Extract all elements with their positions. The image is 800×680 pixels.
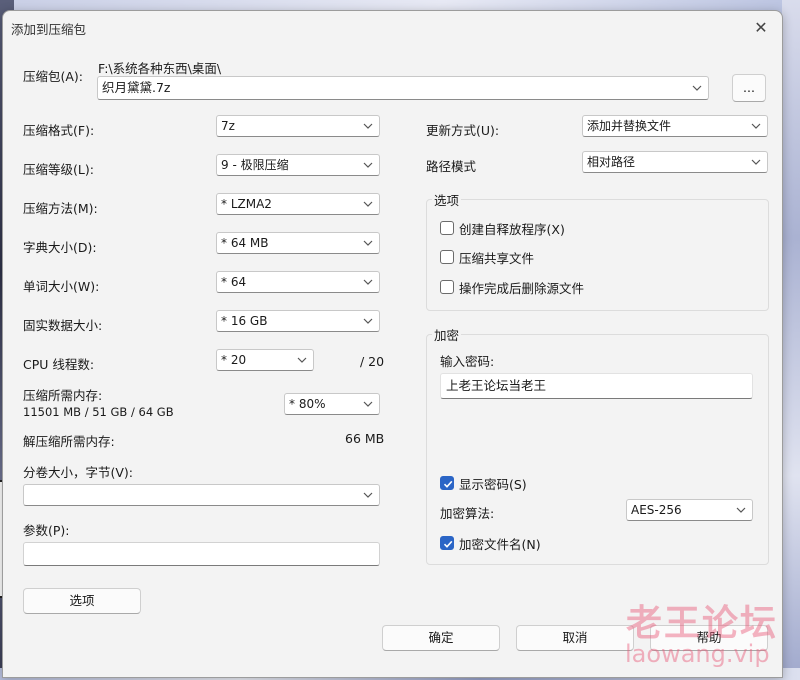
chevron-down-icon (297, 357, 307, 363)
chevron-down-icon (692, 85, 702, 91)
chevron-down-icon (363, 318, 373, 324)
chevron-down-icon (736, 507, 746, 513)
sfx-checkbox[interactable] (440, 221, 454, 235)
path-mode-select[interactable]: 相对路径 (582, 151, 768, 173)
update-value: 添加并替换文件 (587, 119, 672, 133)
chevron-down-icon (363, 240, 373, 246)
cpu-label: CPU 线程数: (23, 357, 95, 372)
format-value: 7z (221, 119, 235, 133)
path-mode-value: 相对路径 (587, 155, 636, 169)
encrypt-names-label: 加密文件名(N) (459, 537, 541, 552)
checkmark-icon (443, 480, 453, 488)
chevron-down-icon (751, 159, 761, 165)
word-value: * 64 (221, 275, 247, 289)
solid-label: 固实数据大小: (23, 318, 103, 333)
memory-value: * 80% (289, 397, 326, 411)
method-value: * LZMA2 (221, 197, 272, 211)
archive-name-value: 织月黛黛.7z (102, 80, 171, 95)
solid-select[interactable]: * 16 GB (216, 310, 380, 332)
delete-after-checkbox[interactable] (440, 280, 454, 294)
level-select[interactable]: 9 - 极限压缩 (216, 154, 380, 176)
options-button[interactable]: 选项 (23, 588, 141, 614)
password-label: 输入密码: (440, 354, 495, 369)
level-label: 压缩等级(L): (23, 162, 94, 177)
title-bar[interactable]: 添加到压缩包 ✕ (3, 11, 782, 43)
word-label: 单词大小(W): (23, 279, 100, 294)
chevron-down-icon (363, 401, 373, 407)
dict-value: * 64 MB (221, 236, 269, 250)
show-password-label: 显示密码(S) (459, 477, 527, 492)
cpu-max: / 20 (360, 354, 385, 369)
word-select[interactable]: * 64 (216, 271, 380, 293)
update-label: 更新方式(U): (426, 123, 500, 138)
cancel-button[interactable]: 取消 (516, 625, 634, 651)
archive-path: F:\系统各种东西\桌面\ (98, 61, 222, 76)
watermark-url: laowang.vip (625, 640, 770, 668)
params-label: 参数(P): (23, 523, 70, 538)
watermark-logo-text: 老王论坛 (626, 603, 779, 644)
memory-detail: 11501 MB / 51 GB / 64 GB (23, 405, 174, 419)
chevron-down-icon (363, 201, 373, 207)
algorithm-value: AES-256 (631, 503, 682, 517)
algorithm-select[interactable]: AES-256 (626, 499, 753, 521)
ok-button[interactable]: 确定 (382, 625, 500, 651)
solid-value: * 16 GB (221, 314, 268, 328)
method-label: 压缩方法(M): (23, 201, 98, 216)
options-group-title: 选项 (432, 190, 462, 209)
archive-label: 压缩包(A): (23, 69, 84, 84)
chevron-down-icon (363, 279, 373, 285)
background-right (782, 0, 800, 680)
level-value: 9 - 极限压缩 (221, 158, 289, 172)
method-select[interactable]: * LZMA2 (216, 193, 380, 215)
format-select[interactable]: 7z (216, 115, 380, 137)
archive-name-combo[interactable]: 织月黛黛.7z (97, 76, 709, 100)
sfx-label: 创建自释放程序(X) (459, 222, 565, 237)
show-password-checkbox[interactable] (440, 476, 454, 490)
dict-select[interactable]: * 64 MB (216, 232, 380, 254)
window-title: 添加到压缩包 (11, 22, 87, 37)
shared-label: 压缩共享文件 (459, 251, 535, 266)
path-mode-label: 路径模式 (426, 159, 477, 174)
cpu-value: * 20 (221, 353, 247, 367)
memory-label: 压缩所需内存: (23, 388, 103, 403)
chevron-down-icon (363, 492, 373, 498)
close-icon[interactable]: ✕ (750, 17, 772, 39)
update-select[interactable]: 添加并替换文件 (582, 115, 768, 137)
delete-after-label: 操作完成后删除源文件 (459, 281, 585, 296)
format-label: 压缩格式(F): (23, 123, 95, 138)
add-to-archive-dialog: 添加到压缩包 ✕ 压缩包(A): F:\系统各种东西\桌面\ 织月黛黛.7z .… (2, 10, 783, 678)
memory-select[interactable]: * 80% (284, 393, 380, 415)
decomp-label: 解压缩所需内存: (23, 434, 115, 449)
algorithm-label: 加密算法: (440, 506, 495, 521)
chevron-down-icon (363, 162, 373, 168)
params-input[interactable] (23, 542, 380, 566)
volume-select[interactable] (23, 484, 380, 506)
browse-button[interactable]: ... (732, 74, 766, 102)
dict-label: 字典大小(D): (23, 240, 97, 255)
cpu-select[interactable]: * 20 (216, 349, 314, 371)
chevron-down-icon (363, 123, 373, 129)
password-input[interactable]: 上老王论坛当老王 (440, 373, 753, 399)
encryption-group-title: 加密 (432, 325, 462, 344)
decomp-value: 66 MB (345, 431, 385, 446)
shared-checkbox[interactable] (440, 250, 454, 264)
volume-label: 分卷大小，字节(V): (23, 465, 134, 480)
checkmark-icon (443, 540, 453, 548)
chevron-down-icon (751, 123, 761, 129)
encrypt-names-checkbox[interactable] (440, 536, 454, 550)
